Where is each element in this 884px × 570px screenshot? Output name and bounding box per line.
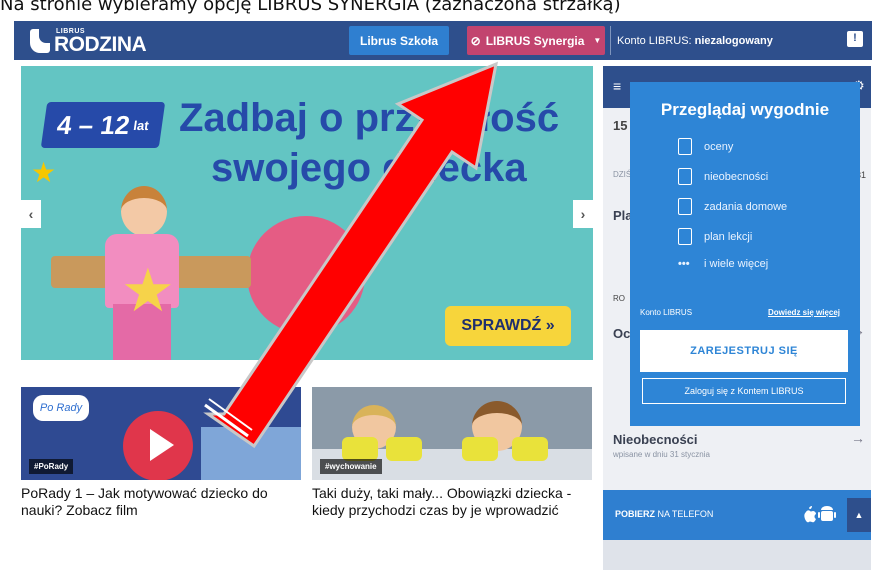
promo-popup: Przeglądaj wygodnie oceny nieobecności z… xyxy=(630,82,860,426)
age-badge: 4 – 12 lat xyxy=(40,102,166,148)
feature-nieobecnosci: nieobecności xyxy=(678,168,768,185)
feature-label: i wiele więcej xyxy=(704,258,769,270)
chevron-down-icon: ▼ xyxy=(593,36,602,45)
screenshot-root: Na stronie wybieramy opcję LIBRUS SYNERG… xyxy=(0,0,884,570)
account-status: Konto LIBRUS: niezalogowany xyxy=(610,26,773,55)
hero-carousel[interactable]: 4 – 12 lat Zadbaj o przyszłość swojego d… xyxy=(21,66,593,360)
register-button[interactable]: ZAREJESTRUJ SIĘ xyxy=(640,330,848,372)
sidebar-row-nieobecnosci-sub: wpisane w dniu 31 stycznia xyxy=(613,450,710,459)
download-bold: POBIERZ xyxy=(615,509,656,519)
arrow-right-icon[interactable]: → xyxy=(851,430,865,446)
librus-szkola-button[interactable]: Librus Szkoła xyxy=(349,26,449,55)
expand-icon[interactable]: ▲ xyxy=(847,498,871,532)
feature-label: oceny xyxy=(704,140,734,153)
librus-rodzina-logo[interactable]: LIBRUS RODZINA xyxy=(30,26,150,56)
download-label: POBIERZ NA TELEFON xyxy=(615,509,713,519)
feature-label: plan lekcji xyxy=(704,230,753,243)
article-thumbnail[interactable]: Po Rady #PoRady xyxy=(21,387,301,480)
play-icon[interactable] xyxy=(123,411,193,480)
article-card-porady[interactable]: Po Rady #PoRady PoRady 1 – Jak motywować… xyxy=(21,387,301,519)
glove-image xyxy=(462,437,498,461)
article-tag[interactable]: #PoRady xyxy=(29,459,74,474)
carousel-next-button[interactable]: › xyxy=(573,200,593,228)
account-state: niezalogowany xyxy=(694,34,773,47)
sidebar-date-number: 15 xyxy=(613,118,628,133)
feature-more: ••• i wiele więcej xyxy=(678,258,768,270)
feature-oceny: oceny xyxy=(678,138,733,155)
no-entry-icon: ⊘ xyxy=(470,33,481,48)
top-navigation-bar: LIBRUS RODZINA Librus Szkoła ⊘ LIBRUS Sy… xyxy=(14,21,872,60)
glove-image xyxy=(386,437,422,461)
dots-icon: ••• xyxy=(678,258,690,270)
sidebar-row-oceny[interactable]: Oc xyxy=(613,326,630,341)
age-unit: lat xyxy=(132,117,150,133)
article-thumbnail[interactable]: #wychowanie xyxy=(312,387,592,480)
feature-label: nieobecności xyxy=(704,170,769,183)
account-label: Konto LIBRUS: xyxy=(617,34,692,47)
sprawdz-button[interactable]: SPRAWDŹ » xyxy=(445,306,571,346)
calendar-icon xyxy=(678,228,692,245)
article-title[interactable]: Taki duży, taki mały... Obowiązki dzieck… xyxy=(312,485,592,519)
feature-label: zadania domowe xyxy=(704,200,788,213)
age-range: 4 – 12 xyxy=(55,109,132,140)
edit-icon xyxy=(678,198,692,215)
librus-synergia-button[interactable]: ⊘ LIBRUS Synergia ▼ xyxy=(467,26,605,55)
article-card-wychowanie[interactable]: #wychowanie Taki duży, taki mały... Obow… xyxy=(312,387,592,519)
store-icons xyxy=(804,506,836,523)
porady-badge: Po Rady xyxy=(33,395,89,421)
sidebar-today-label: DZIŚ xyxy=(613,170,632,179)
star-icon: ★ xyxy=(31,157,57,188)
glove-image xyxy=(512,437,548,461)
article-title[interactable]: PoRady 1 – Jak motywować dziecko do nauk… xyxy=(21,485,301,519)
learn-more-link[interactable]: Dowiedz się więcej xyxy=(768,308,840,317)
instruction-caption: Na stronie wybieramy opcję LIBRUS SYNERG… xyxy=(0,0,621,15)
download-rest: NA TELEFON xyxy=(657,509,714,519)
feature-plan: plan lekcji xyxy=(678,228,752,245)
synergia-label: LIBRUS Synergia xyxy=(485,33,585,48)
carousel-prev-button[interactable]: ‹ xyxy=(21,200,41,228)
decorative-circle xyxy=(247,216,365,334)
sidebar-row-nieobecnosci[interactable]: Nieobecności xyxy=(613,432,698,447)
popup-title: Przeglądaj wygodnie xyxy=(660,100,830,119)
apple-android-icon[interactable] xyxy=(801,504,837,529)
download-app-bar[interactable]: POBIERZ NA TELEFON ▲ xyxy=(603,490,871,540)
logo-big-text: RODZINA xyxy=(54,33,147,56)
menu-icon[interactable]: ≡ xyxy=(613,78,621,94)
sidebar-ro-label: RO xyxy=(613,294,625,303)
clipboard-icon xyxy=(678,168,692,185)
article-tag[interactable]: #wychowanie xyxy=(320,459,382,474)
feature-zadania: zadania domowe xyxy=(678,198,787,215)
logo-mark-icon xyxy=(30,29,50,53)
chat-icon[interactable]: ! xyxy=(847,31,863,47)
login-button[interactable]: Zaloguj się z Kontem LIBRUS xyxy=(642,378,846,404)
glove-image xyxy=(342,437,378,461)
yellow-star-icon: ★ xyxy=(121,257,175,324)
hero-headline-line1: Zadbaj o przyszłość xyxy=(179,96,560,140)
hero-headline-line2: swojego dziecka xyxy=(211,146,527,190)
girl-head-image xyxy=(121,186,167,236)
popup-account-label: Konto LIBRUS xyxy=(640,308,693,317)
desk-image xyxy=(201,427,301,480)
clipboard-icon xyxy=(678,138,692,155)
